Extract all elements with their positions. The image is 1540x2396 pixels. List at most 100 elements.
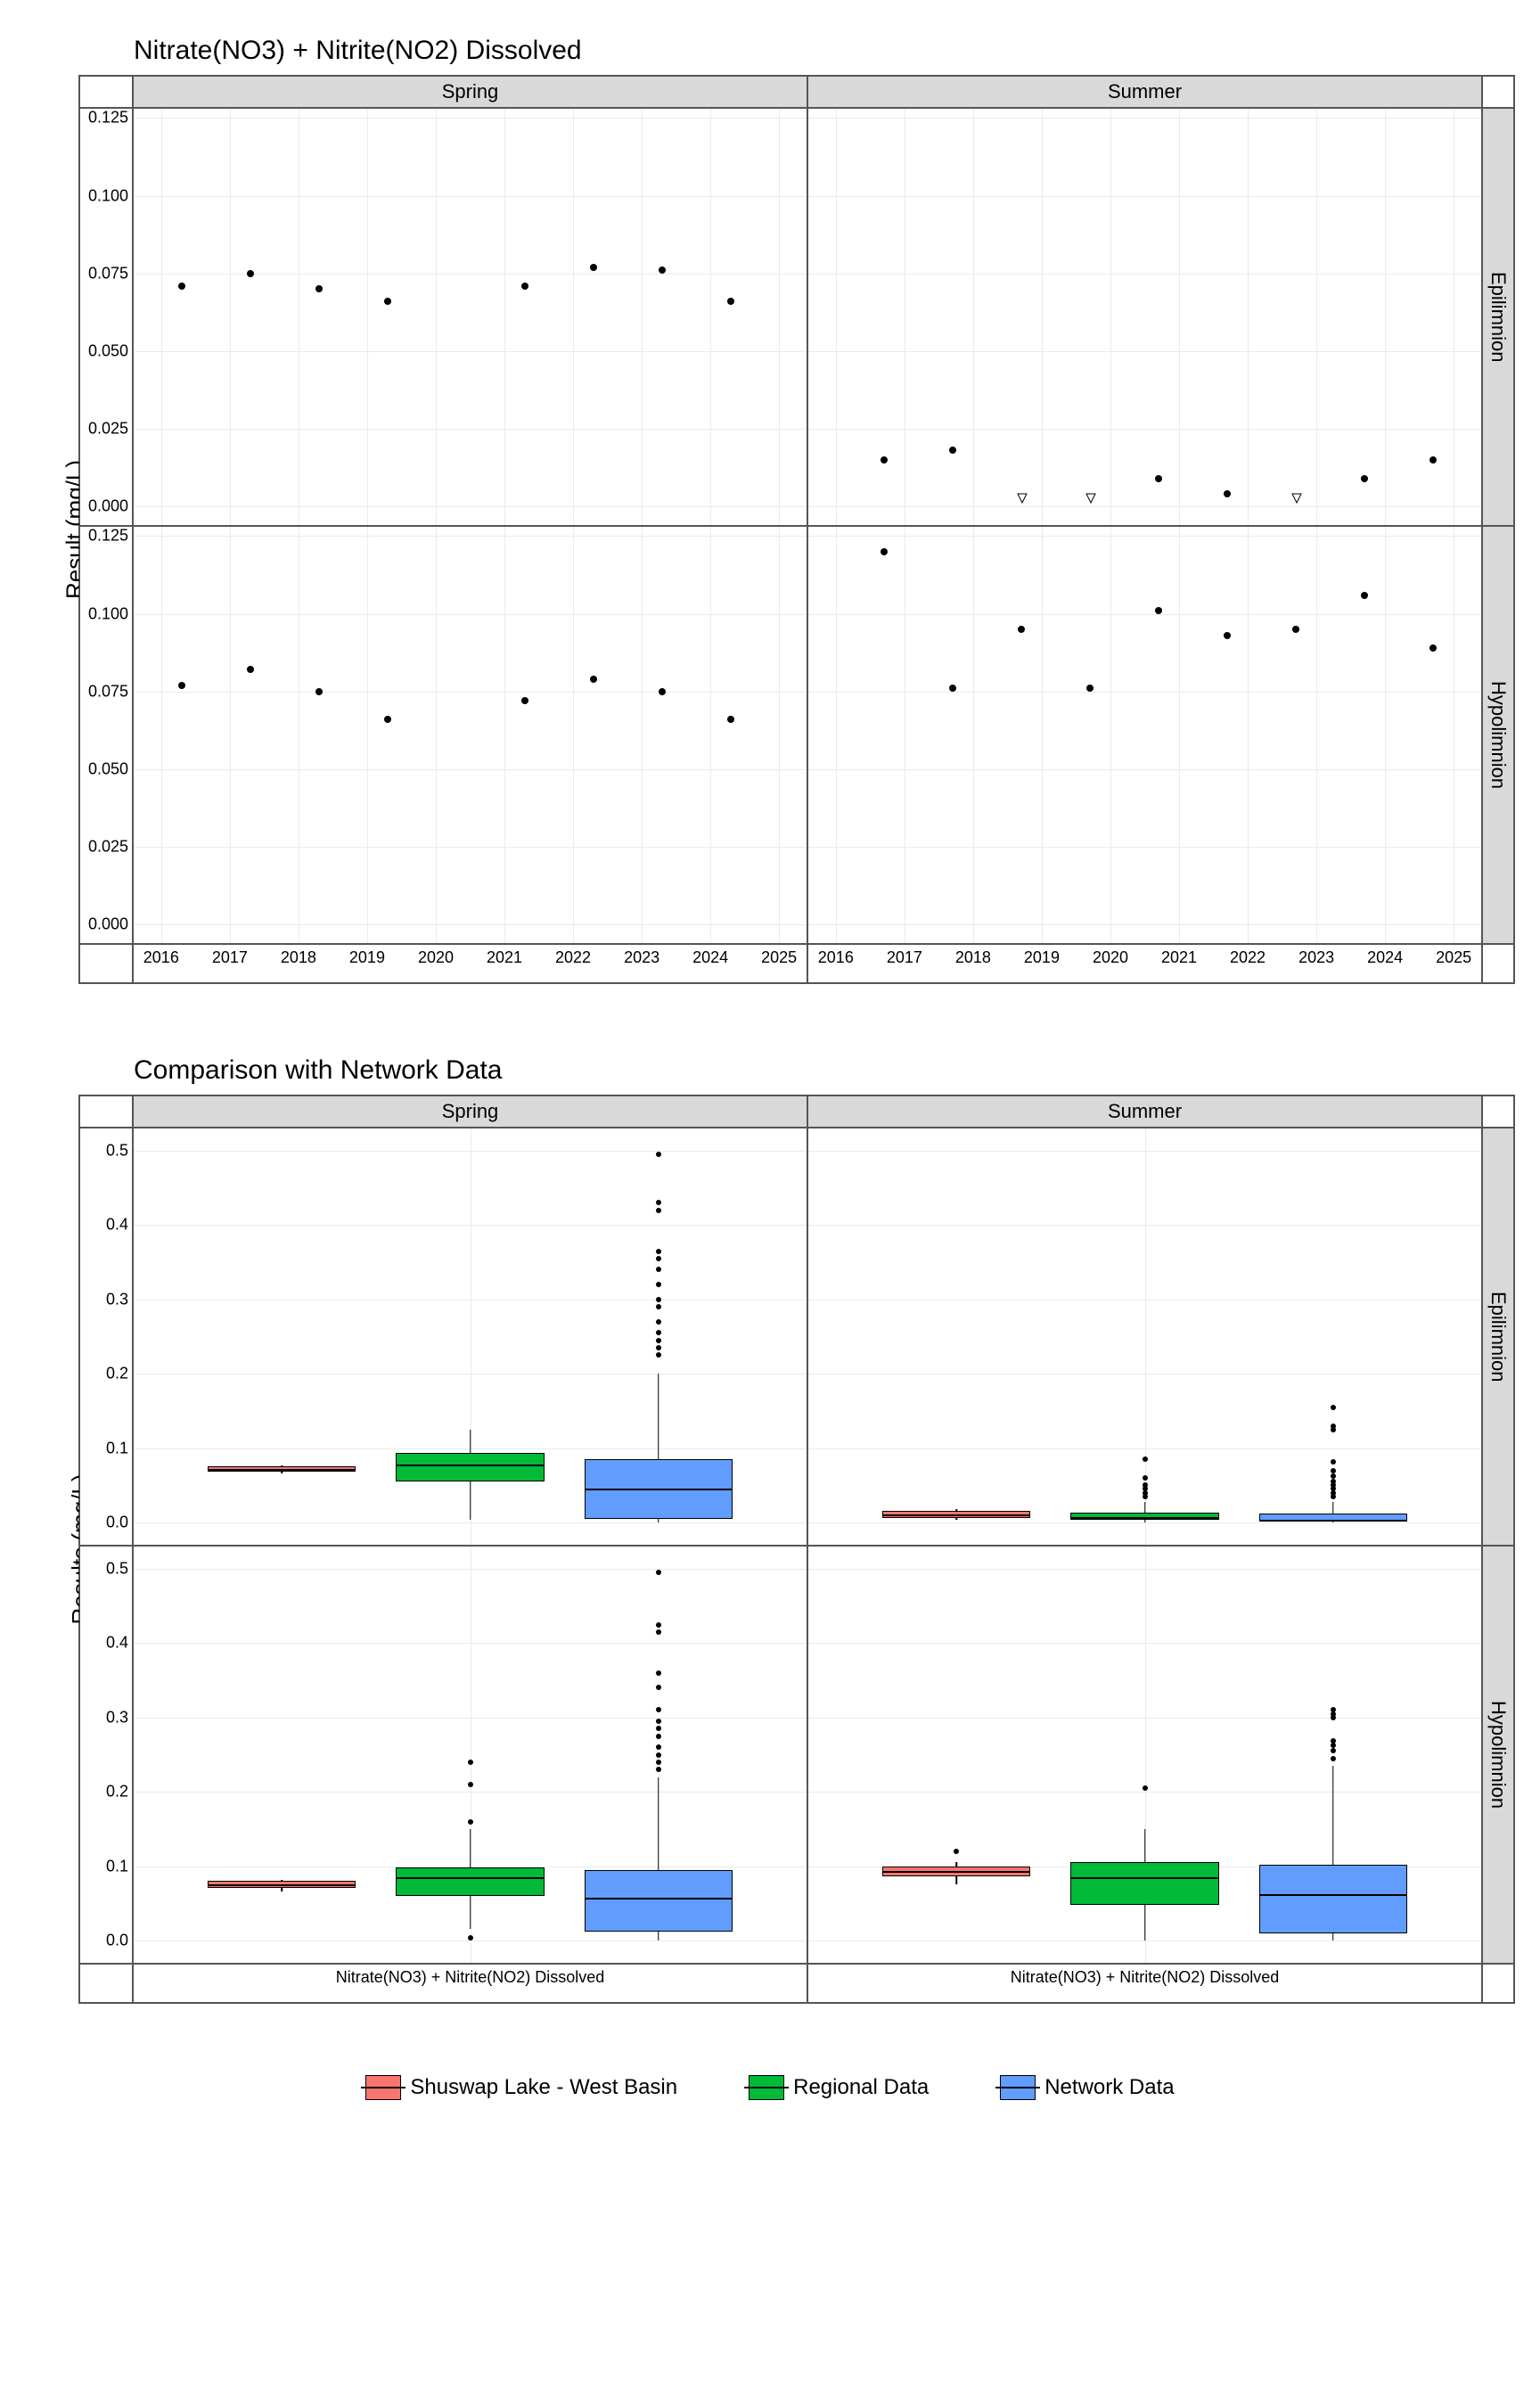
facet-col-spring: Spring <box>133 76 807 108</box>
panel-summer-hypolimnion <box>807 526 1482 944</box>
x-tick-label: 2016 <box>143 948 179 967</box>
outlier-point <box>468 1782 473 1787</box>
y-axis-epilimnion: 0.0000.0250.0500.0750.1000.125 <box>79 108 133 526</box>
facet-col-summer: Summer <box>807 76 1482 108</box>
data-point <box>247 270 254 277</box>
x-tick-label: 2024 <box>692 948 728 967</box>
x-category-label: Nitrate(NO3) + Nitrite(NO2) Dissolved <box>1011 1968 1280 1987</box>
boxplot-box-regional <box>396 1453 544 1481</box>
outlier-point <box>656 1208 661 1213</box>
outlier-point <box>656 1267 661 1272</box>
outlier-point <box>1331 1473 1336 1479</box>
data-point <box>659 688 666 695</box>
facet-row-epilimnion-b: Epilimnion <box>1482 1128 1514 1546</box>
x-tick-label: 2025 <box>761 948 797 967</box>
y-tick-label: 0.4 <box>106 1216 128 1235</box>
x-tick-label: 2022 <box>1230 948 1266 967</box>
x-axis-summer-b: Nitrate(NO3) + Nitrite(NO2) Dissolved <box>807 1964 1482 2003</box>
x-tick-label: 2021 <box>487 948 522 967</box>
data-point <box>521 697 528 704</box>
data-point <box>1224 490 1231 497</box>
legend-label-network: Network Data <box>1044 2075 1174 2100</box>
outlier-point <box>1331 1756 1336 1761</box>
outlier-point <box>656 1734 661 1739</box>
panel-spring-epilimnion <box>133 108 807 526</box>
x-tick-label: 2020 <box>1093 948 1128 967</box>
outlier-point <box>656 1744 661 1750</box>
outlier-point <box>656 1719 661 1724</box>
x-tick-label: 2020 <box>418 948 454 967</box>
data-point <box>521 283 528 290</box>
x-tick-label: 2023 <box>624 948 659 967</box>
outlier-point <box>656 1752 661 1758</box>
legend: Shuswap Lake - West Basin Regional Data … <box>36 2075 1504 2100</box>
outlier-point <box>656 1726 661 1731</box>
x-tick-label: 2025 <box>1436 948 1471 967</box>
boxplot-box-regional <box>396 1867 544 1896</box>
y-tick-label: 0.025 <box>88 419 128 438</box>
outlier-point <box>1331 1405 1336 1410</box>
y-tick-label: 0.000 <box>88 915 128 934</box>
outlier-point <box>656 1767 661 1772</box>
panel-box-spring-epilimnion <box>133 1128 807 1546</box>
y-axis-hypolimnion: 0.0000.0250.0500.0750.1000.125 <box>79 526 133 944</box>
data-point <box>384 716 391 723</box>
legend-label-regional: Regional Data <box>793 2075 929 2100</box>
y-tick-label: 0.1 <box>106 1439 128 1457</box>
legend-entry-network: Network Data <box>1000 2075 1174 2100</box>
chart-nitrate-scatter: Nitrate(NO3) + Nitrite(NO2) Dissolved Re… <box>36 36 1515 984</box>
data-point <box>178 283 185 290</box>
outlier-point <box>656 1622 661 1628</box>
data-point <box>247 666 254 673</box>
x-tick-label: 2017 <box>212 948 248 967</box>
facet-row-epilimnion: Epilimnion <box>1482 108 1514 526</box>
grid-corner <box>1482 944 1514 983</box>
boxplot-box-network <box>585 1870 733 1932</box>
y-tick-label: 0.050 <box>88 759 128 778</box>
chart-title-top: Nitrate(NO3) + Nitrite(NO2) Dissolved <box>134 36 1515 66</box>
y-tick-label: 0.0 <box>106 1931 128 1949</box>
facet-row-hypolimnion-b: Hypolimnion <box>1482 1546 1514 1964</box>
data-point <box>1224 632 1231 639</box>
data-point <box>1361 592 1368 599</box>
outlier-point <box>954 1849 959 1854</box>
x-tick-label: 2019 <box>349 948 385 967</box>
outlier-point <box>468 1760 473 1765</box>
outlier-point <box>1331 1738 1336 1744</box>
data-point <box>1429 456 1437 464</box>
y-tick-label: 0.5 <box>106 1142 128 1161</box>
censored-point-icon <box>1291 493 1300 502</box>
outlier-point <box>656 1629 661 1635</box>
y-tick-label: 0.2 <box>106 1365 128 1383</box>
grid-corner <box>1482 1095 1514 1128</box>
outlier-point <box>656 1256 661 1261</box>
outlier-point <box>1331 1748 1336 1753</box>
x-tick-label: 2018 <box>955 948 991 967</box>
y-tick-label: 0.3 <box>106 1708 128 1727</box>
panel-spring-hypolimnion <box>133 526 807 944</box>
data-point <box>590 264 597 271</box>
panel-box-spring-hypolimnion <box>133 1546 807 1964</box>
outlier-point <box>1143 1475 1148 1481</box>
outlier-point <box>656 1570 661 1575</box>
grid-corner <box>79 76 133 108</box>
outlier-point <box>1331 1459 1336 1465</box>
y-axis-hypolimnion-b: 0.00.10.20.30.40.5 <box>79 1546 133 1964</box>
outlier-point <box>656 1345 661 1350</box>
x-tick-label: 2018 <box>281 948 316 967</box>
outlier-point <box>656 1282 661 1287</box>
y-axis-epilimnion-b: 0.00.10.20.30.40.5 <box>79 1128 133 1546</box>
outlier-point <box>1143 1456 1148 1462</box>
outlier-point <box>656 1352 661 1358</box>
x-axis-summer: 2016201720182019202020212022202320242025 <box>807 944 1482 983</box>
outlier-point <box>656 1670 661 1676</box>
legend-label-site: Shuswap Lake - West Basin <box>410 2075 677 2100</box>
outlier-point <box>656 1304 661 1309</box>
data-point <box>881 456 888 464</box>
data-point <box>1018 626 1025 633</box>
y-tick-label: 0.075 <box>88 682 128 701</box>
outlier-point <box>1331 1468 1336 1473</box>
y-tick-label: 0.100 <box>88 186 128 205</box>
x-tick-label: 2016 <box>818 948 854 967</box>
x-tick-label: 2024 <box>1367 948 1403 967</box>
